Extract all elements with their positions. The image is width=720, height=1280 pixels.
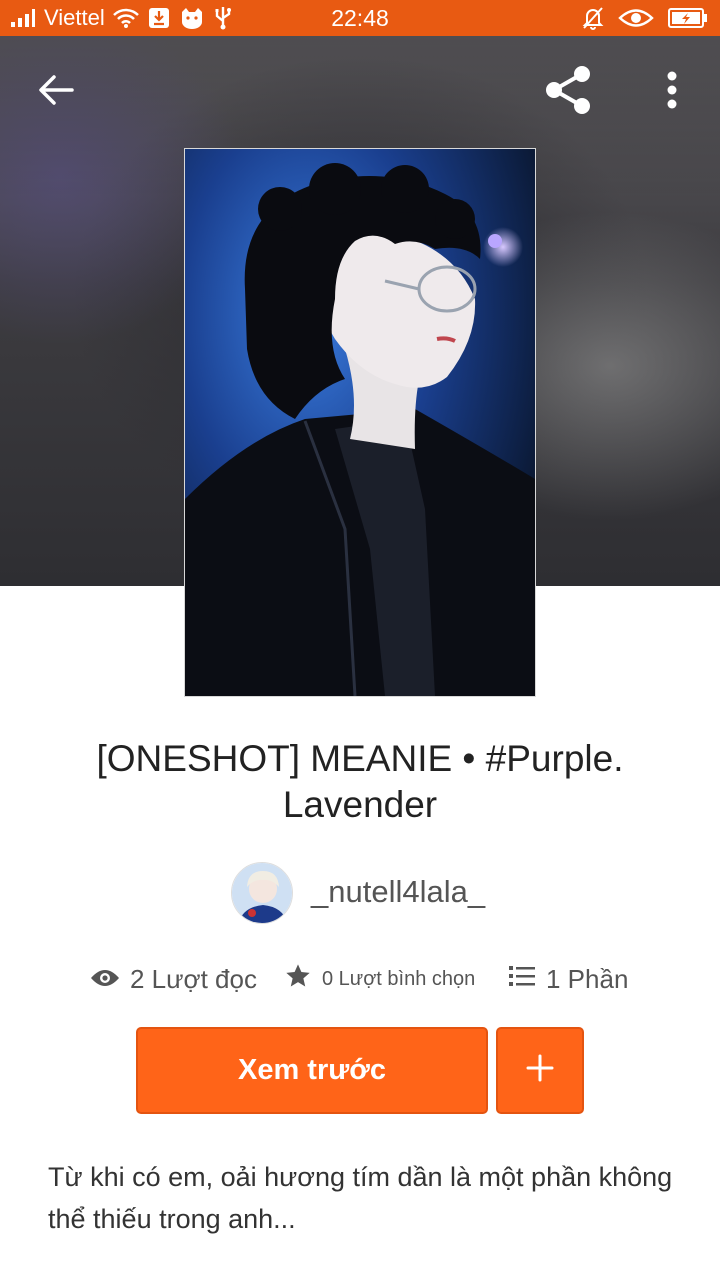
add-to-library-button[interactable] [496, 1027, 584, 1114]
votes-count: 0 Lượt bình chọn [322, 967, 476, 990]
share-icon [542, 64, 594, 121]
battery-icon [668, 7, 708, 29]
list-icon [508, 964, 536, 995]
preview-button[interactable]: Xem trước [136, 1027, 488, 1114]
more-vert-icon [666, 71, 678, 114]
star-icon [284, 962, 312, 996]
views-eye-icon [90, 964, 120, 995]
back-arrow-icon [38, 74, 74, 111]
story-description: Từ khi có em, oải hương tím dần là một p… [48, 1162, 673, 1234]
eye-icon [618, 7, 654, 29]
bell-off-icon [582, 6, 604, 30]
votes-stat: 0 Lượt bình chọn [284, 956, 475, 1002]
story-stats: 2 Lượt đọc 0 Lượt bình chọn 1 Phần [0, 956, 720, 1002]
back-button[interactable] [28, 56, 84, 128]
reads-stat: 2 Lượt đọc [90, 956, 257, 1002]
author-avatar[interactable] [231, 862, 293, 924]
story-cover-image[interactable] [184, 148, 536, 697]
status-right [582, 0, 708, 36]
plus-icon [525, 1053, 555, 1088]
share-button[interactable] [540, 56, 596, 128]
reads-count: 2 Lượt đọc [130, 963, 257, 994]
story-title: [ONESHOT] MEANIE • #Purple. Lavender [96, 738, 624, 825]
parts-stat: 1 Phần [508, 956, 628, 1002]
status-bar: Viettel 22:48 [0, 0, 720, 36]
parts-count: 1 Phần [546, 963, 629, 994]
author-row[interactable]: _nutell4lala_ [0, 862, 720, 924]
author-name[interactable]: _nutell4lala_ [311, 874, 485, 910]
more-options-button[interactable] [644, 56, 700, 128]
